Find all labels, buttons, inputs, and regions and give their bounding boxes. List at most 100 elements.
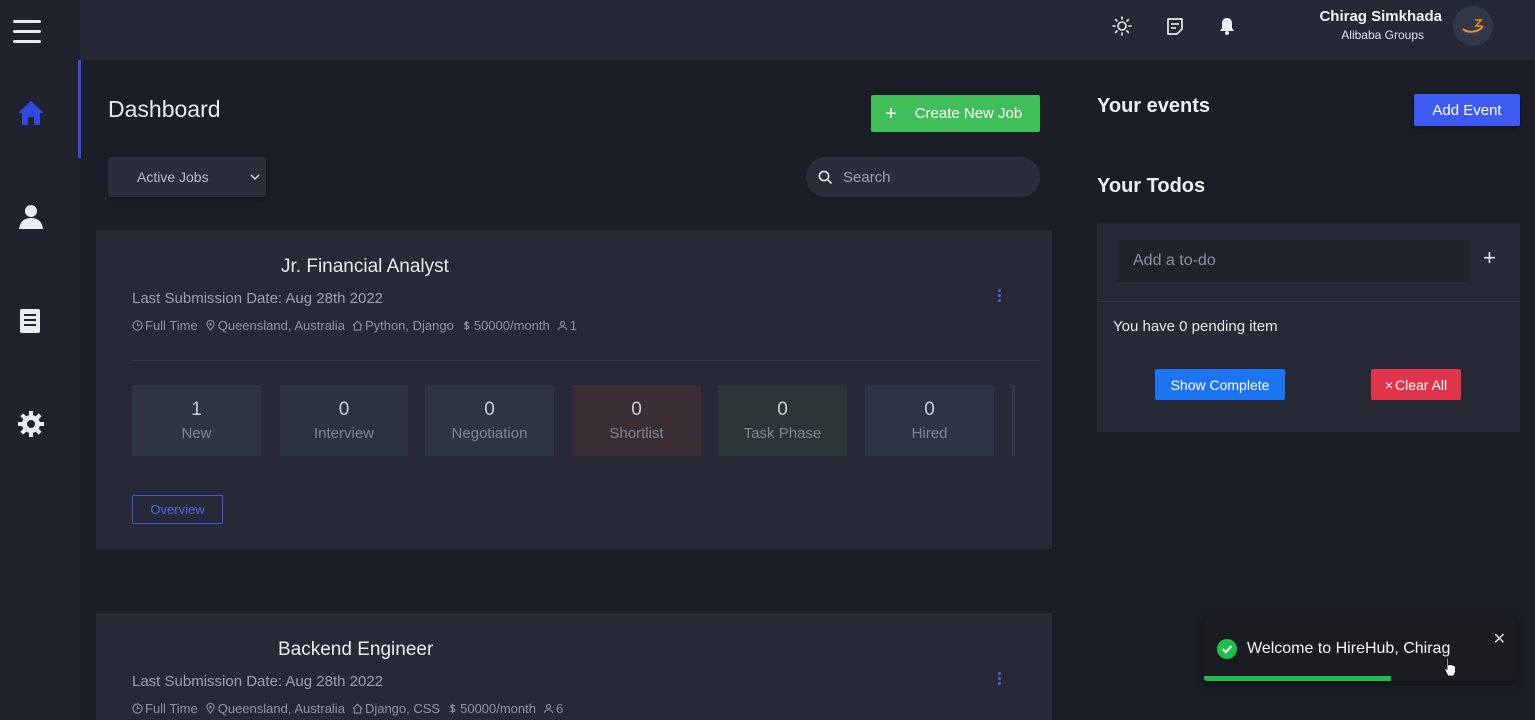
sun-icon[interactable] <box>1112 16 1132 36</box>
home-outline-icon <box>352 703 363 714</box>
add-todo-button[interactable]: + <box>1483 247 1496 269</box>
stage-interview[interactable]: 0 Interview <box>280 385 408 456</box>
search-input[interactable] <box>841 167 1025 187</box>
stage-task-phase[interactable]: 0 Task Phase <box>718 385 847 456</box>
todo-divider <box>1097 301 1520 302</box>
location-pin-icon <box>206 320 215 331</box>
job-skills: Django, CSS <box>352 701 440 716</box>
stage-label: Hired <box>911 425 948 442</box>
jobs-filter-value: Active Jobs <box>137 169 209 185</box>
job-skills-label: Python, Django <box>364 318 454 333</box>
job-title[interactable]: Jr. Financial Analyst <box>281 256 449 278</box>
menu-icon[interactable] <box>13 20 41 44</box>
stage-count: 0 <box>631 399 642 420</box>
user-company: Alibaba Groups <box>1341 28 1424 42</box>
notes-icon[interactable] <box>1165 16 1185 36</box>
clock-icon <box>132 703 143 714</box>
search-box[interactable] <box>806 157 1040 197</box>
sidebar <box>0 0 81 720</box>
job-applicants-count: 1 <box>569 318 577 333</box>
overview-button[interactable]: Overview <box>132 495 223 524</box>
job-card: Backend Engineer Last Submission Date: A… <box>96 613 1052 720</box>
submission-date: Last Submission Date: Aug 28th 2022 <box>132 290 384 307</box>
document-icon[interactable] <box>16 306 46 336</box>
close-icon[interactable]: ✕ <box>1493 629 1506 649</box>
stage-new[interactable]: 1 New <box>132 385 261 456</box>
stage-count: 0 <box>484 399 495 420</box>
events-title: Your events <box>1097 95 1210 117</box>
show-complete-button[interactable]: Show Complete <box>1155 369 1285 400</box>
stage-shortlist[interactable]: 0 Shortlist <box>572 385 701 456</box>
job-applicants: 6 <box>543 701 563 716</box>
active-indicator <box>78 60 81 158</box>
page-title: Dashboard <box>108 96 221 122</box>
hand-cursor-icon <box>1443 657 1456 677</box>
dollar-icon <box>449 703 456 714</box>
create-new-job-button[interactable]: + Create New Job <box>871 95 1040 132</box>
stage-label: Interview <box>313 425 375 442</box>
close-icon: × <box>1384 376 1394 393</box>
todos-title: Your Todos <box>1097 175 1206 197</box>
job-location: Queensland, Australia <box>205 701 345 716</box>
user-name: Chirag Simkhada <box>1319 8 1442 25</box>
job-type: Full Time <box>132 318 198 333</box>
toast-progress-bar <box>1204 676 1392 681</box>
gear-icon[interactable] <box>16 409 46 439</box>
job-salary-label: 50000/month <box>473 318 550 333</box>
job-location-label: Queensland, Australia <box>217 701 345 716</box>
job-skills-label: Django, CSS <box>364 701 441 716</box>
card-divider <box>132 360 1040 361</box>
stage-overflow <box>1012 385 1015 456</box>
person-icon <box>543 704 554 714</box>
stage-label: Task Phase <box>743 425 822 442</box>
job-type: Full Time <box>132 701 198 716</box>
clear-all-label: Clear All <box>1395 376 1448 393</box>
job-card: Jr. Financial Analyst Last Submission Da… <box>96 230 1052 549</box>
plus-icon: + <box>885 102 897 125</box>
chevron-down-icon <box>250 174 260 181</box>
clear-all-button[interactable]: × Clear All <box>1371 369 1461 400</box>
topbar: Chirag Simkhada Alibaba Groups <box>80 0 1535 60</box>
stage-negotiation[interactable]: 0 Negotiation <box>425 385 554 456</box>
job-applicants: 1 <box>557 318 577 333</box>
stage-label: New <box>181 425 212 442</box>
todo-input[interactable] <box>1118 240 1470 282</box>
home-icon[interactable] <box>16 98 46 128</box>
add-event-button[interactable]: Add Event <box>1414 94 1520 126</box>
job-type-label: Full Time <box>145 318 198 333</box>
job-title[interactable]: Backend Engineer <box>278 639 433 661</box>
company-logo-icon <box>1453 6 1493 46</box>
jobs-filter-select[interactable]: Active Jobs <box>108 157 266 197</box>
avatar[interactable] <box>1453 6 1493 46</box>
search-icon <box>818 170 833 184</box>
person-icon <box>557 321 567 331</box>
stage-count: 1 <box>191 399 202 420</box>
clock-icon <box>132 320 143 331</box>
bell-icon[interactable] <box>1217 16 1237 36</box>
create-new-job-label: Create New Job <box>914 105 1023 122</box>
stage-hired[interactable]: 0 Hired <box>865 385 994 456</box>
stage-count: 0 <box>777 399 788 420</box>
job-skills: Python, Django <box>352 318 454 333</box>
pending-count: You have 0 pending item <box>1113 318 1278 335</box>
todo-panel: + You have 0 pending item Show Complete … <box>1097 223 1520 432</box>
toast-message: Welcome to HireHub, Chirag <box>1247 640 1451 657</box>
stage-count: 0 <box>924 399 935 420</box>
more-options-icon[interactable] <box>998 672 1002 687</box>
stage-count: 0 <box>338 399 350 420</box>
job-meta: Full Time Queensland, Australia Python, … <box>132 318 584 333</box>
job-applicants-count: 6 <box>556 701 564 716</box>
submission-date: Last Submission Date: Aug 28th 2022 <box>132 673 384 690</box>
check-circle-icon <box>1217 639 1237 659</box>
job-location: Queensland, Australia <box>205 318 345 333</box>
job-salary: 50000/month <box>447 701 536 716</box>
job-location-label: Queensland, Australia <box>217 318 345 333</box>
more-options-icon[interactable] <box>998 289 1002 304</box>
welcome-toast: Welcome to HireHub, Chirag ✕ <box>1204 617 1516 681</box>
location-pin-icon <box>206 703 215 714</box>
stage-label: Negotiation <box>451 425 528 442</box>
job-salary: 50000/month <box>461 318 550 333</box>
user-icon[interactable] <box>16 201 46 231</box>
dollar-icon <box>463 320 470 331</box>
job-type-label: Full Time <box>145 701 198 716</box>
